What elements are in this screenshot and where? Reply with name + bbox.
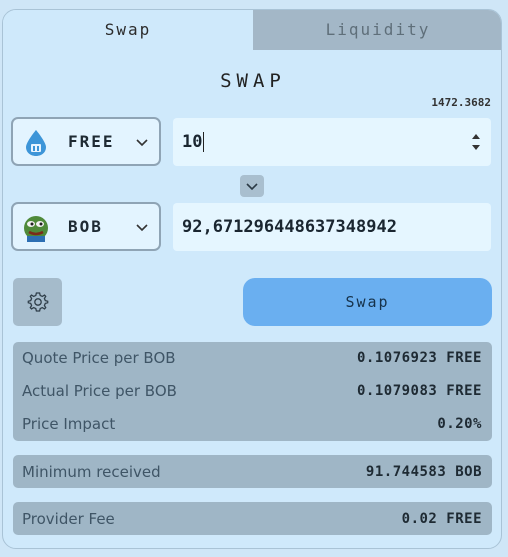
stat-row: Quote Price per BOB 0.1076923 FREE xyxy=(13,343,492,373)
number-stepper-icon[interactable] xyxy=(471,133,481,151)
flip-direction-button[interactable] xyxy=(240,175,264,197)
from-token-label: FREE xyxy=(68,132,115,151)
settings-button[interactable] xyxy=(13,278,62,326)
stat-row: Minimum received 91.744583 BOB xyxy=(13,457,492,487)
stat-row: Actual Price per BOB 0.1079083 FREE xyxy=(13,376,492,406)
stat-label: Price Impact xyxy=(22,415,116,433)
to-amount-value: 92,671296448637348942 xyxy=(182,217,397,237)
pepe-frog-icon xyxy=(24,216,48,242)
to-amount-input[interactable]: 92,671296448637348942 xyxy=(173,203,491,251)
provider-fee-panel: Provider Fee 0.02 FREE xyxy=(13,502,492,535)
from-token-select[interactable]: FREE xyxy=(11,117,161,166)
minimum-received-label: Minimum received xyxy=(22,463,161,481)
stat-value: 0.20% xyxy=(437,416,482,432)
to-token-select[interactable]: BOB xyxy=(11,202,161,251)
minimum-received-value: 91.744583 BOB xyxy=(365,464,482,480)
page-title: SWAP xyxy=(220,70,286,92)
balance-label: 1472.3682 xyxy=(431,96,491,109)
provider-fee-value: 0.02 FREE xyxy=(401,511,482,527)
water-drop-icon xyxy=(26,130,46,156)
swap-card: Swap Liquidity SWAP 1472.3682 FREE 10 BO… xyxy=(2,9,502,549)
tab-liquidity[interactable]: Liquidity xyxy=(253,10,501,50)
from-amount-input[interactable]: 10 xyxy=(173,118,491,166)
tab-bar: Swap Liquidity xyxy=(3,10,501,50)
tab-swap[interactable]: Swap xyxy=(3,10,253,50)
chevron-down-icon xyxy=(136,139,148,147)
stat-label: Quote Price per BOB xyxy=(22,349,176,367)
swap-button[interactable]: Swap xyxy=(243,278,492,326)
chevron-down-icon xyxy=(246,183,258,191)
gear-icon xyxy=(27,292,49,312)
stat-label: Actual Price per BOB xyxy=(22,382,177,400)
minimum-received-panel: Minimum received 91.744583 BOB xyxy=(13,455,492,488)
from-amount-value: 10 xyxy=(182,132,203,152)
provider-fee-label: Provider Fee xyxy=(22,510,115,528)
stat-value: 0.1079083 FREE xyxy=(356,383,482,399)
stat-row: Provider Fee 0.02 FREE xyxy=(13,504,492,534)
stat-value: 0.1076923 FREE xyxy=(356,350,482,366)
text-caret xyxy=(203,132,205,152)
chevron-down-icon xyxy=(136,224,148,232)
to-token-label: BOB xyxy=(68,217,103,236)
price-info-panel: Quote Price per BOB 0.1076923 FREE Actua… xyxy=(13,342,492,441)
stat-row: Price Impact 0.20% xyxy=(13,409,492,439)
